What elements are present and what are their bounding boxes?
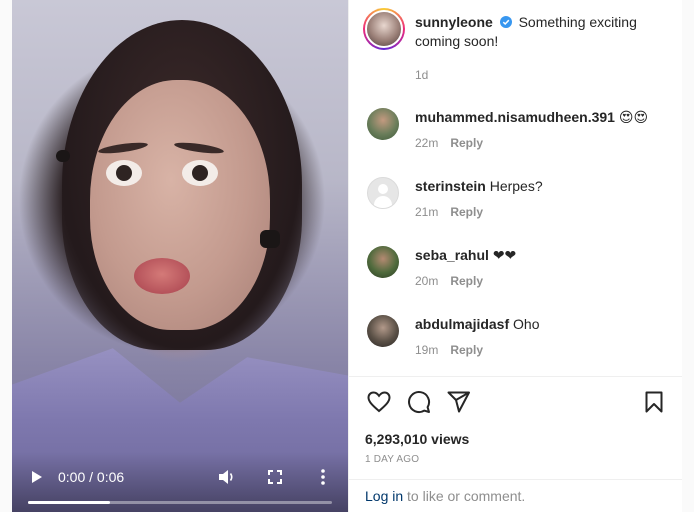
author-avatar[interactable]: [363, 8, 405, 50]
comment-username[interactable]: sterinstein: [415, 178, 486, 194]
views-count[interactable]: 6,293,010 views: [349, 430, 682, 448]
comment-time[interactable]: 20m: [415, 274, 438, 288]
verified-badge-icon: [499, 14, 512, 28]
comment-text: Oho: [513, 316, 540, 332]
comment-item: muhammed.nisamudheen.391 😍😍 22m Reply: [363, 108, 666, 150]
video-progress-fill: [28, 501, 111, 504]
author-username[interactable]: sunnyleone: [415, 14, 493, 30]
commenter-avatar[interactable]: [367, 177, 399, 209]
comment-item: sterinstein Herpes? 21m Reply: [363, 177, 666, 219]
reply-button[interactable]: Reply: [450, 274, 483, 288]
comment-text: ❤❤: [492, 247, 517, 263]
comment-time[interactable]: 21m: [415, 205, 438, 219]
commenter-avatar[interactable]: [367, 108, 399, 140]
video-progress-bar[interactable]: [28, 501, 332, 504]
login-link[interactable]: Log in: [365, 488, 403, 504]
post-modal: 0:00 / 0:06 sunnyleone Something excitin…: [12, 0, 682, 512]
comment-time[interactable]: 19m: [415, 343, 438, 357]
comment-item: seba_rahul ❤❤ 20m Reply: [363, 246, 666, 288]
commenter-avatar[interactable]: [367, 315, 399, 347]
comment-item: abdulmajidasf Oho 19m Reply: [363, 315, 666, 357]
post-date[interactable]: 1 DAY AGO: [349, 454, 682, 465]
reply-button[interactable]: Reply: [450, 205, 483, 219]
volume-icon[interactable]: [216, 466, 238, 488]
more-vertical-icon[interactable]: [312, 466, 334, 488]
fullscreen-icon[interactable]: [264, 466, 286, 488]
comment-icon[interactable]: [405, 388, 433, 416]
post-actions: [349, 377, 682, 428]
comment-username[interactable]: muhammed.nisamudheen.391: [415, 109, 615, 125]
heart-icon[interactable]: [365, 388, 393, 416]
post-caption: sunnyleone Something exciting coming soo…: [363, 8, 666, 82]
post-side-panel: sunnyleone Something exciting coming soo…: [348, 0, 682, 512]
reply-button[interactable]: Reply: [450, 343, 483, 357]
login-prompt-text: to like or comment.: [403, 488, 526, 504]
video-controls: 0:00 / 0:06: [12, 452, 348, 512]
video-frame-face: [90, 80, 270, 330]
comment-text: Herpes?: [489, 178, 543, 194]
comment-username[interactable]: abdulmajidasf: [415, 316, 509, 332]
video-player[interactable]: 0:00 / 0:06: [12, 0, 348, 512]
video-time: 0:00 / 0:06: [58, 469, 125, 485]
post-time[interactable]: 1d: [415, 68, 428, 82]
comment-username[interactable]: seba_rahul: [415, 247, 489, 263]
play-icon[interactable]: [26, 466, 48, 488]
login-prompt: Log in to like or comment.: [349, 479, 682, 512]
reply-button[interactable]: Reply: [450, 136, 483, 150]
comment-time[interactable]: 22m: [415, 136, 438, 150]
share-icon[interactable]: [445, 388, 473, 416]
comments-list: sunnyleone Something exciting coming soo…: [349, 0, 682, 377]
bookmark-icon[interactable]: [640, 388, 668, 416]
comment-text: 😍😍: [618, 109, 649, 125]
commenter-avatar[interactable]: [367, 246, 399, 278]
